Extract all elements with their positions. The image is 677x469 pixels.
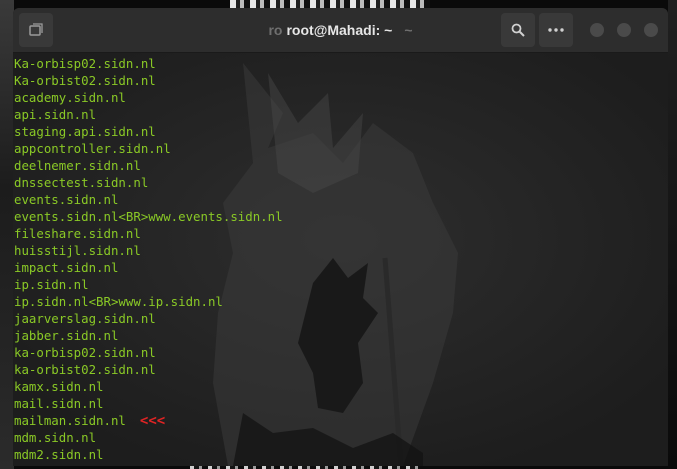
- terminal-line-text: events.sidn.nl: [14, 192, 119, 207]
- terminal-line-text: impact.sidn.nl: [14, 260, 119, 275]
- terminal-line: jabber.sidn.nl: [14, 327, 283, 344]
- close-icon[interactable]: [644, 23, 658, 37]
- minimize-icon[interactable]: [590, 23, 604, 37]
- maximize-icon[interactable]: [617, 23, 631, 37]
- terminal-window: ro root@Mahadi: ~ ~ Ka-orbisp02.sidn.nl …: [13, 8, 668, 466]
- terminal-line: kamx.sidn.nl: [14, 378, 283, 395]
- search-icon: [511, 23, 525, 37]
- terminal-lines: Ka-orbisp02.sidn.nl Ka-orbist02.sidn.nl ac…: [14, 55, 283, 463]
- window-title-area: ro root@Mahadi: ~ ~: [193, 8, 488, 52]
- terminal-line: fileshare.sidn.nl: [14, 225, 283, 242]
- terminal-line-text: huisstijl.sidn.nl: [14, 243, 141, 258]
- terminal-line-text: mdm.sidn.nl: [14, 430, 97, 445]
- terminal-line: Ka-orbist02.sidn.nl: [14, 72, 283, 89]
- menu-icon: [548, 28, 564, 32]
- terminal-line-text: fileshare.sidn.nl: [14, 226, 141, 241]
- terminal-line: events.sidn.nl: [14, 191, 283, 208]
- terminal-line: appcontroller.sidn.nl: [14, 140, 283, 157]
- terminal-line-text: api.sidn.nl: [14, 107, 97, 122]
- terminal-line: jaarverslag.sidn.nl: [14, 310, 283, 327]
- terminal-line: mailman.sidn.nl <<<: [14, 412, 283, 429]
- terminal-line-text: dnssectest.sidn.nl: [14, 175, 149, 190]
- terminal-line: mail.sidn.nl: [14, 395, 283, 412]
- window-title-prefix: ro: [268, 22, 283, 38]
- desktop-wallpaper-top: [230, 0, 430, 8]
- terminal-line: mdm.sidn.nl: [14, 429, 283, 446]
- terminal-line-text: kamx.sidn.nl: [14, 379, 104, 394]
- terminal-line-text: jabber.sidn.nl: [14, 328, 119, 343]
- desktop-wallpaper-left: [0, 0, 14, 469]
- terminal-line: deelnemer.sidn.nl: [14, 157, 283, 174]
- terminal-line-text: ip.sidn.nl: [14, 277, 89, 292]
- terminal-line-text: mdm2.sidn.nl: [14, 447, 104, 462]
- terminal-line: events.sidn.nl<BR>www.events.sidn.nl: [14, 208, 283, 225]
- terminal-line-text: events.sidn.nl<BR>www.events.sidn.nl: [14, 209, 283, 224]
- terminal-line: ka-orbist02.sidn.nl: [14, 361, 283, 378]
- terminal-line-text: deelnemer.sidn.nl: [14, 158, 141, 173]
- terminal-line: academy.sidn.nl: [14, 89, 283, 106]
- terminal-line-text: ip.sidn.nl<BR>www.ip.sidn.nl: [14, 294, 223, 309]
- terminal-line: ip.sidn.nl<BR>www.ip.sidn.nl: [14, 293, 283, 310]
- terminal-line-text: academy.sidn.nl: [14, 90, 126, 105]
- terminal-line-text: Ka-orbist02.sidn.nl: [14, 73, 156, 88]
- window-title: root@Mahadi: ~: [286, 22, 393, 38]
- terminal-line-text: Ka-orbisp02.sidn.nl: [14, 56, 156, 71]
- terminal-line-text: mail.sidn.nl: [14, 396, 104, 411]
- new-tab-button[interactable]: [19, 13, 53, 47]
- desktop-wallpaper-right: [668, 0, 677, 469]
- terminal-line-text: appcontroller.sidn.nl: [14, 141, 171, 156]
- terminal-output[interactable]: Ka-orbisp02.sidn.nl Ka-orbist02.sidn.nl ac…: [13, 53, 668, 466]
- terminal-line-text: mailman.sidn.nl: [14, 413, 126, 428]
- terminal-line: ka-orbisp02.sidn.nl: [14, 344, 283, 361]
- terminal-titlebar[interactable]: ro root@Mahadi: ~ ~: [13, 8, 668, 53]
- window-title-suffix: ~: [404, 22, 413, 38]
- new-tab-icon: [29, 23, 43, 36]
- terminal-line: Ka-orbisp02.sidn.nl: [14, 55, 283, 72]
- terminal-line: mdm2.sidn.nl: [14, 446, 283, 463]
- terminal-line-text: staging.api.sidn.nl: [14, 124, 156, 139]
- menu-button[interactable]: [539, 13, 573, 47]
- terminal-line: api.sidn.nl: [14, 106, 283, 123]
- terminal-line-text: ka-orbist02.sidn.nl: [14, 362, 156, 377]
- terminal-line: ip.sidn.nl: [14, 276, 283, 293]
- terminal-line: staging.api.sidn.nl: [14, 123, 283, 140]
- search-button[interactable]: [501, 13, 535, 47]
- terminal-line-text: ka-orbisp02.sidn.nl: [14, 345, 156, 360]
- terminal-line: impact.sidn.nl: [14, 259, 283, 276]
- terminal-line: dnssectest.sidn.nl: [14, 174, 283, 191]
- highlight-marker: <<<: [139, 413, 166, 429]
- terminal-line: huisstijl.sidn.nl: [14, 242, 283, 259]
- terminal-line-text: jaarverslag.sidn.nl: [14, 311, 156, 326]
